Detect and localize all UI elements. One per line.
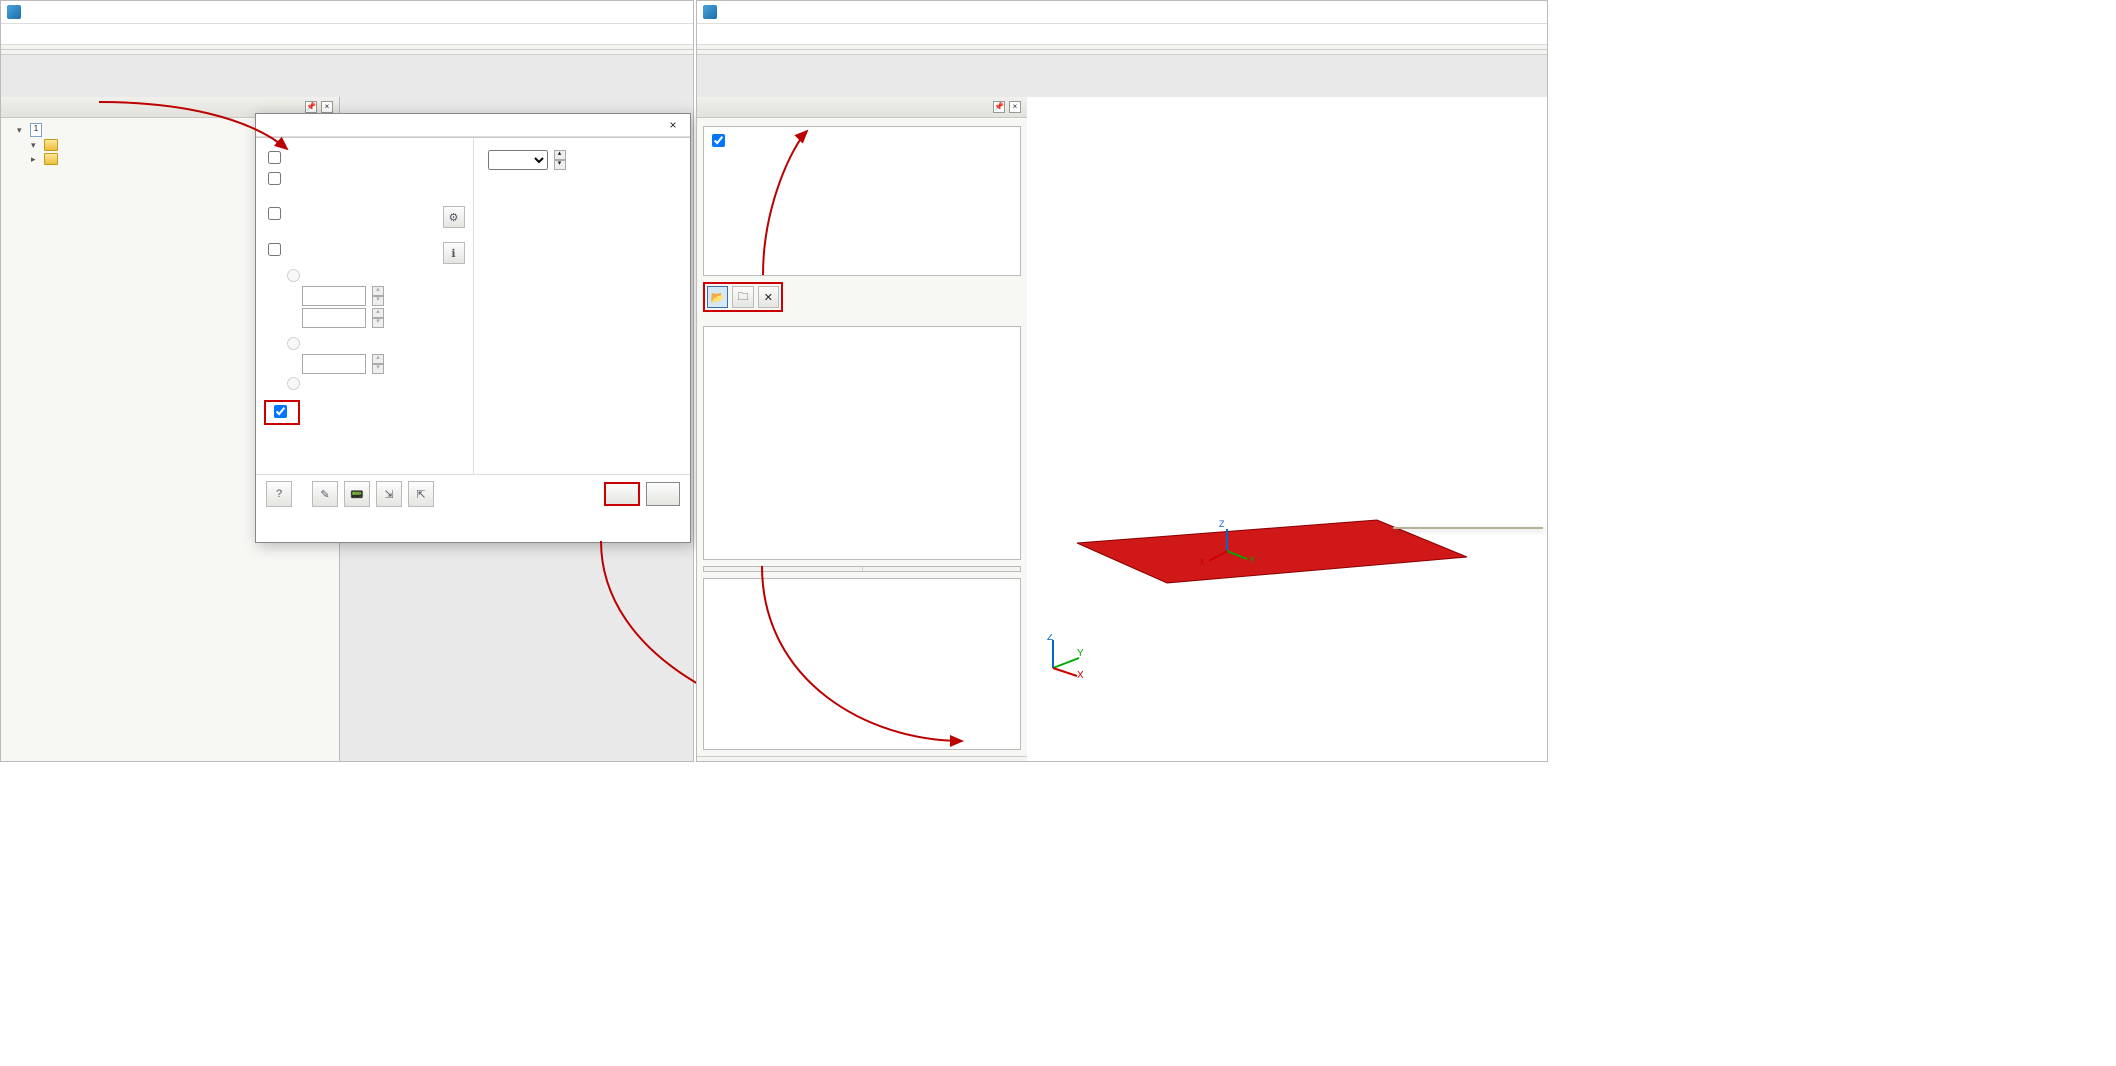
cadbim-highlight bbox=[264, 400, 300, 425]
svg-text:Y: Y bbox=[1249, 555, 1255, 565]
menu-bar[interactable] bbox=[1, 24, 693, 45]
viewport-axis-triad: Z Y X bbox=[1043, 634, 1087, 681]
red-slab bbox=[1077, 520, 1467, 583]
folder-icon bbox=[44, 153, 58, 165]
svg-text:Y: Y bbox=[1077, 648, 1084, 659]
fallbeschleunigung-pane: ▴▾ bbox=[474, 138, 691, 474]
app-logo-icon bbox=[7, 5, 21, 19]
folder-icon bbox=[44, 139, 58, 151]
app-logo-icon bbox=[703, 5, 717, 19]
cadbim-navigator-panel: 📌× 📂 🗀 ✕ bbox=[697, 97, 1028, 761]
dialog-close-button[interactable]: × bbox=[664, 118, 682, 132]
pin-icon[interactable]: 📌 bbox=[993, 101, 1005, 113]
cqc-info-icon[interactable]: ℹ bbox=[443, 242, 465, 264]
close-icon[interactable]: × bbox=[1009, 101, 1021, 113]
cadbim-checkbox[interactable] bbox=[274, 405, 287, 418]
right-app-window: 📌× 📂 🗀 ✕ bbox=[696, 0, 1548, 762]
d-input bbox=[302, 354, 366, 374]
export-button[interactable]: ⇲ bbox=[376, 481, 402, 507]
beta-input bbox=[302, 308, 366, 328]
import-button[interactable]: ⇱ bbox=[408, 481, 434, 507]
open-folder-button[interactable]: 🗀 bbox=[732, 286, 753, 308]
cad-model-checkbox[interactable] bbox=[712, 134, 725, 147]
toolbar-row-2[interactable] bbox=[697, 50, 1547, 55]
spinner-down-icon: ▾ bbox=[372, 296, 384, 306]
rf-zuschnitt-checkbox[interactable] bbox=[268, 172, 281, 185]
layers-elements-list[interactable] bbox=[703, 326, 1021, 560]
svg-text:X: X bbox=[1077, 670, 1084, 678]
calc-button[interactable]: 📟 bbox=[344, 481, 370, 507]
cad-tools-highlight: 📂 🗀 ✕ bbox=[703, 282, 783, 312]
import-ifc-button[interactable]: 📂 bbox=[707, 286, 728, 308]
navigator-bottom-tabs[interactable] bbox=[697, 756, 1027, 761]
title-bar bbox=[1, 1, 693, 24]
model-icon: 1 bbox=[30, 123, 42, 137]
model-viewport[interactable]: Z Y X Z Y X bbox=[1027, 97, 1547, 761]
delete-button[interactable]: ✕ bbox=[758, 286, 779, 308]
title-bar bbox=[697, 1, 1547, 24]
cancel-button[interactable] bbox=[646, 482, 680, 506]
spinner-up-icon: ▴ bbox=[372, 286, 384, 296]
help-button[interactable]: ? bbox=[266, 481, 292, 507]
dialog-title-bar[interactable]: × bbox=[256, 114, 690, 137]
edit-button[interactable]: ✎ bbox=[312, 481, 338, 507]
left-app-window: 📌× ▾1 ▾ ▸ × bbox=[0, 0, 694, 762]
rayleigh-radio bbox=[287, 269, 300, 282]
navigator-header: 📌× bbox=[697, 97, 1027, 118]
toolbar-row-2[interactable] bbox=[1, 50, 693, 55]
spinner-down-icon[interactable]: ▾ bbox=[554, 160, 566, 170]
properties-header bbox=[703, 566, 1021, 572]
svg-text:X: X bbox=[1199, 557, 1205, 567]
dialog-footer: ? ✎ 📟 ⇲ ⇱ bbox=[256, 474, 690, 513]
rohr-settings-icon[interactable]: ⚙ bbox=[443, 206, 465, 228]
spinner-up-icon[interactable]: ▴ bbox=[554, 150, 566, 160]
context-menu[interactable] bbox=[1393, 527, 1543, 529]
lehr-radio bbox=[287, 337, 300, 350]
aktivieren-pane: ⚙ ℹ ▴▾ ▴▾ ▴▾ bbox=[256, 138, 474, 474]
menu-bar[interactable] bbox=[697, 24, 1547, 45]
lehr-per-lc-radio bbox=[287, 377, 300, 390]
cqc-checkbox[interactable] bbox=[268, 243, 281, 256]
cad-models-list[interactable] bbox=[703, 126, 1021, 276]
close-icon[interactable]: × bbox=[321, 101, 333, 113]
ok-button[interactable] bbox=[604, 482, 640, 506]
model-basis-dialog: × ⚙ ℹ ▴▾ ▴▾ bbox=[255, 113, 691, 543]
pin-icon[interactable]: 📌 bbox=[305, 101, 317, 113]
rf-formfindung-checkbox[interactable] bbox=[268, 151, 281, 164]
svg-text:Z: Z bbox=[1047, 634, 1053, 643]
alpha-input bbox=[302, 286, 366, 306]
building-model: Z Y X bbox=[1057, 105, 1477, 665]
svg-text:Z: Z bbox=[1219, 519, 1225, 529]
g-value-select[interactable] bbox=[488, 150, 548, 170]
properties-grid[interactable] bbox=[703, 578, 1021, 750]
rohrleitung-checkbox[interactable] bbox=[268, 207, 281, 220]
cad-model-item[interactable] bbox=[708, 131, 1016, 150]
